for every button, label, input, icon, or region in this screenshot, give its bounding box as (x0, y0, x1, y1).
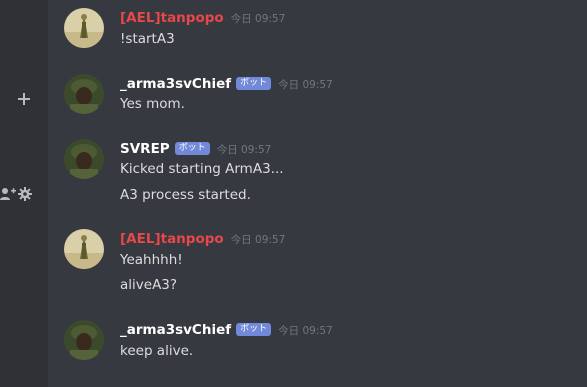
message-header: SVREP ボット 今日 09:57 (120, 139, 271, 159)
avatar[interactable] (64, 139, 104, 179)
avatar[interactable] (64, 320, 104, 360)
message-header: [AEL]tanpopo 今日 09:57 (120, 229, 285, 249)
avatar[interactable] (64, 229, 104, 269)
message-header: [AEL]tanpopo 今日 09:57 (120, 8, 285, 28)
author-name[interactable]: [AEL]tanpopo (120, 231, 224, 247)
message-text: !startA3 (120, 31, 175, 47)
message-text: Yeahhhh! (120, 252, 183, 268)
add-user-icon[interactable] (0, 186, 16, 202)
timestamp: 今日 09:57 (278, 324, 333, 337)
message-text: A3 process started. (120, 187, 251, 203)
message-header: _arma3svChief ボット 今日 09:57 (120, 74, 333, 94)
message-text: keep alive. (120, 343, 194, 359)
bot-tag: ボット (236, 322, 272, 336)
plus-icon[interactable] (14, 89, 34, 109)
timestamp: 今日 09:57 (216, 143, 272, 156)
message-text: Yes mom. (120, 96, 185, 112)
author-name[interactable]: _arma3svChief (120, 76, 231, 92)
chat-messages: [AEL]tanpopo 今日 09:57 !startA3 _arma3svC… (48, 0, 587, 387)
message-header: _arma3svChief ボット 今日 09:57 (120, 320, 333, 340)
timestamp: 今日 09:57 (278, 78, 333, 91)
bot-tag: ボット (174, 141, 210, 155)
author-name[interactable]: _arma3svChief (120, 322, 231, 338)
avatar[interactable] (64, 74, 104, 114)
gear-icon[interactable] (18, 187, 32, 201)
avatar[interactable] (64, 8, 104, 48)
author-name[interactable]: [AEL]tanpopo (120, 10, 224, 26)
app-window: [AEL]tanpopo 今日 09:57 !startA3 _arma3svC… (0, 0, 587, 387)
message-text: aliveA3? (120, 277, 178, 293)
timestamp: 今日 09:57 (230, 12, 286, 25)
timestamp: 今日 09:57 (230, 233, 286, 246)
sidebar-user-controls (0, 186, 36, 202)
author-name[interactable]: SVREP (120, 141, 170, 157)
sidebar (0, 0, 48, 387)
message-text: Kicked starting ArmA3... (120, 161, 284, 177)
bot-tag: ボット (236, 76, 272, 90)
